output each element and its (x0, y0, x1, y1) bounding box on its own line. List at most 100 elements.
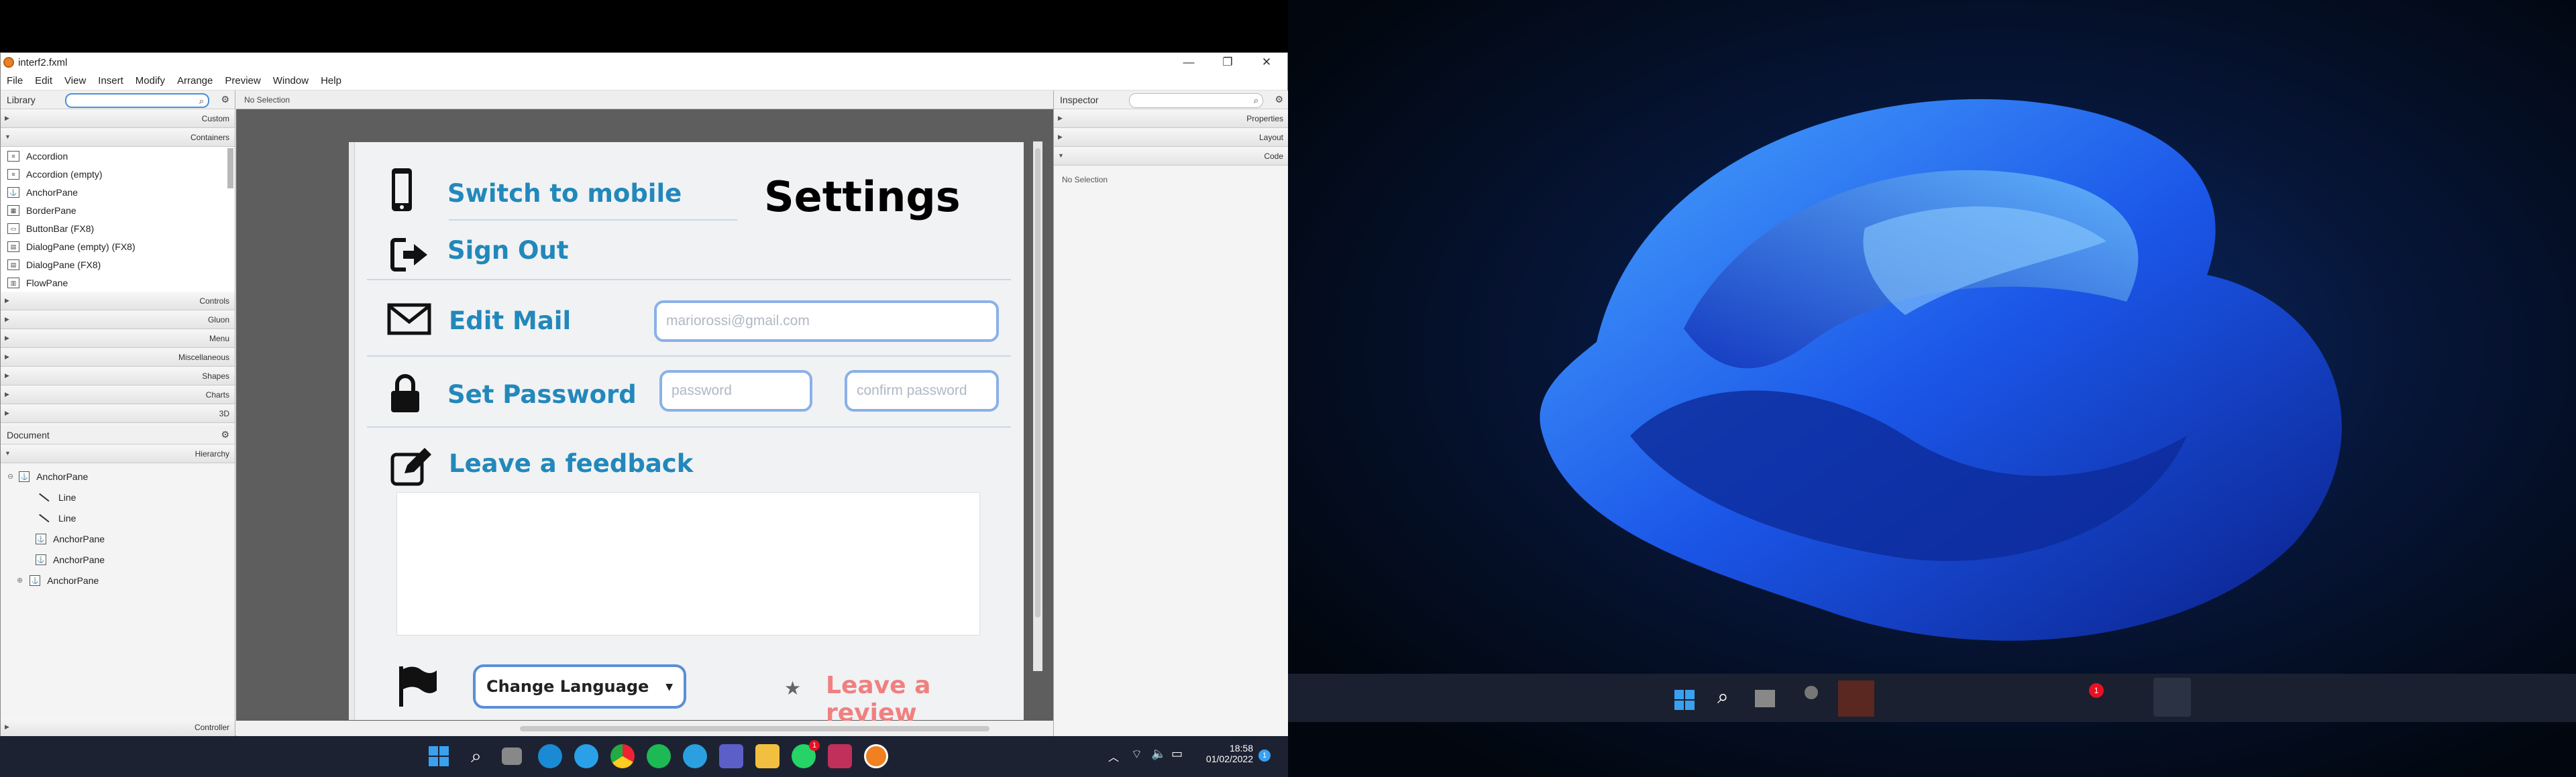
list-item[interactable]: ▥ FlowPane (1, 274, 235, 292)
whatsapp-icon[interactable]: 1 (792, 740, 820, 768)
section-controls[interactable]: ▶ Controls (1, 292, 235, 310)
tree-item[interactable]: ⊕ ⚓ AnchorPane (7, 570, 235, 591)
taskbar: ⌕ 1 ︿ ⌔ 🔈 ▭ 18:58 01/02/2022 1 (0, 736, 1288, 777)
section-controller[interactable]: ▶ Controller (1, 718, 235, 737)
menu-insert[interactable]: Insert (92, 75, 129, 86)
password-field[interactable]: password (659, 370, 812, 412)
tree-item[interactable]: ⚓ AnchorPane (7, 549, 235, 570)
start-icon[interactable] (1673, 689, 1696, 715)
design-canvas[interactable]: Settings Switch to mobile Sign Out Edit … (354, 142, 1024, 727)
sign-out-link[interactable]: Sign Out (447, 236, 569, 265)
library-gear-icon[interactable]: ⚙ (221, 94, 229, 105)
list-item[interactable]: ⚓ AnchorPane (1, 183, 235, 201)
document-title: Document (7, 429, 50, 440)
email-field[interactable]: mariorossi@gmail.com (654, 300, 999, 342)
sign-out-icon (390, 238, 427, 272)
section-charts[interactable]: ▶ Charts (1, 385, 235, 404)
section-miscellaneous[interactable]: ▶ Miscellaneous (1, 348, 235, 367)
hierarchy-tree: ⊖ ⚓ AnchorPane Line Line ⚓ AnchorPane ⚓ Anch… (1, 463, 235, 591)
dialogpane-icon: ▤ (7, 241, 19, 252)
scene-builder-window: interf2.fxml — ❐ ✕ File Edit View Insert… (0, 52, 1289, 737)
inspector-header: Inspector ⌕ ⚙ (1054, 91, 1289, 109)
notification-badge[interactable]: 1 (1258, 750, 1271, 762)
menu-arrange[interactable]: Arrange (171, 75, 219, 86)
section-layout[interactable]: ▶ Layout (1054, 128, 1289, 147)
chevron-up-icon[interactable]: ︿ (1108, 748, 1119, 764)
spotify-icon[interactable] (647, 744, 671, 768)
task-view-icon[interactable] (502, 748, 522, 765)
canvas-horizontal-scrollbar[interactable] (236, 721, 1053, 737)
search-icon[interactable]: ⌕ (1717, 686, 1729, 709)
menu-bar: File Edit View Insert Modify Arrange Pre… (1, 72, 1287, 91)
browser-icon[interactable] (574, 744, 598, 768)
list-item[interactable]: ≡ Accordion (1, 147, 235, 165)
library-scrollbar[interactable] (227, 148, 233, 188)
switch-to-mobile-link[interactable]: Switch to mobile (447, 179, 682, 208)
section-hierarchy[interactable]: ▼ Hierarchy (1, 444, 235, 463)
maximize-button[interactable]: ❐ (1208, 53, 1247, 72)
file-explorer-icon[interactable] (755, 744, 780, 768)
language-select[interactable]: Change Language ▼ (473, 664, 686, 709)
menu-window[interactable]: Window (267, 75, 315, 86)
tree-item[interactable]: Line (7, 487, 235, 507)
tree-item[interactable]: ⚓ AnchorPane (7, 528, 235, 549)
active-app-icon[interactable] (2153, 678, 2191, 717)
tree-item[interactable]: ⊖ ⚓ AnchorPane (7, 466, 235, 487)
chrome-icon[interactable] (610, 744, 635, 768)
app-icon[interactable] (1838, 680, 1874, 717)
volume-icon[interactable]: 🔈 (1151, 747, 1166, 761)
inspector-search-input[interactable]: ⌕ (1129, 93, 1263, 108)
section-shapes[interactable]: ▶ Shapes (1, 367, 235, 385)
edge-icon[interactable] (538, 744, 562, 768)
feedback-textarea[interactable] (396, 492, 980, 636)
close-button[interactable]: ✕ (1247, 53, 1286, 72)
menu-help[interactable]: Help (315, 75, 347, 86)
windows-bloom-wallpaper (1540, 99, 2342, 641)
search-icon[interactable]: ⌕ (464, 744, 488, 768)
collapse-arrow-icon: ▶ (5, 115, 9, 121)
section-properties[interactable]: ▶ Properties (1054, 109, 1289, 128)
document-gear-icon[interactable]: ⚙ (221, 429, 229, 440)
list-item[interactable]: ▭ ButtonBar (FX8) (1, 219, 235, 237)
telegram-icon[interactable] (683, 744, 707, 768)
menu-file[interactable]: File (1, 75, 29, 86)
flag-icon (399, 666, 437, 707)
star-icon: ★ (784, 678, 802, 699)
section-code[interactable]: ▼ Code (1054, 147, 1289, 166)
leave-feedback-label: Leave a feedback (449, 449, 694, 478)
section-custom[interactable]: ▶ Custom (1, 109, 235, 128)
app-icon[interactable] (1805, 686, 1818, 699)
inspector-gear-icon[interactable]: ⚙ (1275, 94, 1283, 105)
canvas-vertical-scrollbar[interactable] (1033, 141, 1042, 671)
intellij-icon[interactable] (828, 744, 852, 768)
start-icon[interactable] (427, 744, 451, 768)
section-gluon[interactable]: ▶ Gluon (1, 310, 235, 329)
window-title: interf2.fxml (18, 56, 68, 68)
wifi-icon[interactable]: ⌔ (1131, 747, 1142, 762)
teams-icon[interactable] (719, 744, 743, 768)
scene-builder-taskbar-icon[interactable] (864, 744, 888, 768)
section-3d[interactable]: ▶ 3D (1, 404, 235, 423)
list-item[interactable]: ▤ DialogPane (FX8) (1, 255, 235, 274)
battery-icon[interactable]: ▭ (1171, 747, 1183, 761)
expand-icon[interactable]: ⊕ (17, 576, 23, 585)
menu-modify[interactable]: Modify (129, 75, 171, 86)
section-menu[interactable]: ▶ Menu (1, 329, 235, 348)
list-item[interactable]: ≡ Accordion (empty) (1, 165, 235, 183)
minimize-button[interactable]: — (1169, 53, 1208, 72)
library-title: Library (7, 94, 36, 105)
menu-preview[interactable]: Preview (219, 75, 266, 86)
tree-item[interactable]: Line (7, 507, 235, 528)
collapse-icon[interactable]: ⊖ (7, 472, 13, 481)
section-containers[interactable]: ▼ Containers (1, 128, 235, 147)
menu-view[interactable]: View (58, 75, 92, 86)
list-item[interactable]: ▤ DialogPane (empty) (FX8) (1, 237, 235, 255)
inspector-selection-text: No Selection (1062, 175, 1108, 184)
leave-review-link[interactable]: Leave a review (826, 672, 1024, 727)
menu-edit[interactable]: Edit (29, 75, 58, 86)
list-item[interactable]: ▦ BorderPane (1, 201, 235, 219)
taskbar-clock[interactable]: 18:58 01/02/2022 (1189, 743, 1253, 764)
library-search-input[interactable]: ⌕ (65, 93, 209, 108)
confirm-password-field[interactable]: confirm password (845, 370, 999, 412)
task-view-icon[interactable] (1755, 690, 1775, 707)
